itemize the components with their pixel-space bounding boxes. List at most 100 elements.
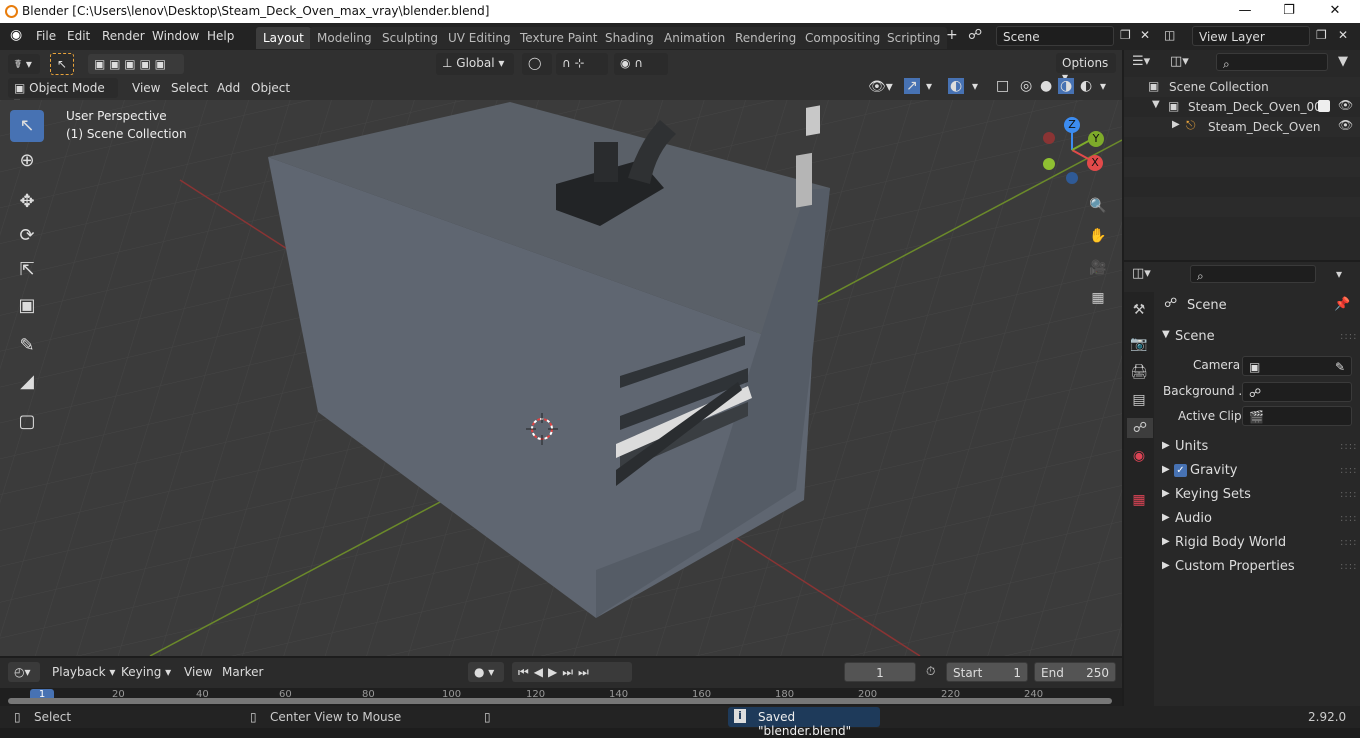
rendered-shading-icon[interactable]: ◐	[1080, 78, 1092, 94]
properties-search-input[interactable]: ⌕	[1190, 265, 1316, 283]
zoom-icon[interactable]: 🔍	[1088, 196, 1108, 216]
tool-tab-icon[interactable]: ⚒	[1129, 300, 1149, 320]
drag-grip-icon[interactable]: ::::	[1340, 537, 1357, 548]
shading-dropdown-icon[interactable]: ▾	[1100, 79, 1106, 93]
outliner-row-collection[interactable]: ▼ ▣ Steam_Deck_Oven_002 👁	[1124, 97, 1360, 117]
menu-file[interactable]: File	[36, 29, 56, 43]
scene-tab-icon[interactable]: ☍	[1127, 418, 1153, 438]
pin-icon[interactable]: 📌	[1334, 297, 1350, 312]
view-layer-icon[interactable]: ◫	[1164, 28, 1175, 42]
add-cube-tool-icon[interactable]: ▢	[10, 406, 44, 438]
camera-view-icon[interactable]: 🎥	[1088, 258, 1108, 278]
xray-icon[interactable]: □	[996, 78, 1009, 94]
units-panel-header[interactable]: Units	[1175, 439, 1208, 454]
add-workspace-icon[interactable]: +	[946, 27, 958, 43]
drag-grip-icon[interactable]: ::::	[1340, 561, 1357, 572]
units-arrow-icon[interactable]: ▶	[1162, 440, 1170, 451]
custom-props-arrow-icon[interactable]: ▶	[1162, 560, 1170, 571]
tab-animation[interactable]: Animation	[657, 27, 733, 49]
remove-view-layer-icon[interactable]: ✕	[1338, 28, 1348, 42]
pan-hand-icon[interactable]: ✋	[1088, 226, 1108, 246]
gizmo-toggle-icon[interactable]: ↗	[904, 78, 920, 94]
filter-icon[interactable]: ▼	[1338, 54, 1348, 69]
playback-controls-icon[interactable]: ⏮◀▶⏭⏭	[512, 662, 632, 682]
material-shading-icon[interactable]: ◑	[1058, 78, 1075, 94]
navigation-gizmo[interactable]: Z Y X	[1040, 114, 1110, 184]
options-dropdown[interactable]: Options ▾	[1056, 53, 1116, 84]
drag-grip-icon[interactable]: ::::	[1340, 513, 1357, 524]
frame-ruler[interactable]: 1 20 40 60 80 100 120 140 160 180 200 22…	[0, 688, 1122, 706]
texture-tab-icon[interactable]: ▦	[1129, 490, 1149, 510]
editor-type-icon[interactable]: ☤ ▾	[8, 54, 40, 74]
outliner-editor-icon[interactable]: ☰▾	[1132, 54, 1150, 69]
auto-keying-icon[interactable]: ● ▾	[468, 662, 504, 682]
gravity-arrow-icon[interactable]: ▶	[1162, 464, 1170, 475]
new-scene-icon[interactable]: ❐	[1120, 28, 1131, 42]
annotate-tool-icon[interactable]: ✎	[10, 330, 44, 362]
pivot-point-icon[interactable]: ◯	[522, 53, 552, 75]
tab-uv-editing[interactable]: UV Editing	[441, 27, 518, 49]
wireframe-shading-icon[interactable]: ◎	[1020, 78, 1032, 94]
audio-arrow-icon[interactable]: ▶	[1162, 512, 1170, 523]
blender-menu-icon[interactable]: ◉	[10, 27, 22, 43]
visibility-icon[interactable]: 👁▾	[868, 79, 893, 95]
audio-panel-header[interactable]: Audio	[1175, 511, 1212, 526]
custom-properties-panel-header[interactable]: Custom Properties	[1175, 559, 1295, 574]
tab-layout[interactable]: Layout	[256, 27, 311, 49]
timeline-editor-icon[interactable]: ◴▾	[8, 662, 40, 682]
keying-sets-panel-header[interactable]: Keying Sets	[1175, 487, 1251, 502]
overlay-dropdown-icon[interactable]: ▾	[972, 79, 978, 93]
background-scene-field[interactable]: ☍	[1242, 382, 1352, 402]
timeline-menu-playback[interactable]: Playback ▾	[52, 665, 115, 679]
drag-grip-icon[interactable]: ::::	[1340, 489, 1357, 500]
outliner-row-root[interactable]: ▣ Scene Collection	[1124, 77, 1360, 97]
viewport-menu-object[interactable]: Object	[251, 81, 290, 95]
collapse-arrow-icon[interactable]: ▶	[1172, 119, 1180, 130]
remove-scene-icon[interactable]: ✕	[1140, 28, 1150, 42]
3d-viewport[interactable]: User Perspective (1) Scene Collection Z …	[0, 100, 1122, 656]
properties-editor-icon[interactable]: ◫▾	[1132, 266, 1151, 281]
tab-sculpting[interactable]: Sculpting	[375, 27, 446, 49]
rotate-tool-icon[interactable]: ⟳	[10, 220, 44, 252]
scene-icon[interactable]: ☍	[968, 27, 982, 43]
menu-render[interactable]: Render	[102, 29, 145, 43]
rigid-body-panel-header[interactable]: Rigid Body World	[1175, 535, 1286, 550]
select-box-tool-icon[interactable]: ↖	[50, 53, 74, 75]
drag-grip-icon[interactable]: ::::	[1340, 331, 1357, 342]
scale-tool-icon[interactable]: ⇱	[10, 254, 44, 286]
exclude-checkbox[interactable]	[1318, 100, 1330, 112]
drag-grip-icon[interactable]: ::::	[1340, 465, 1357, 476]
tab-modeling[interactable]: Modeling	[310, 27, 379, 49]
scene-field[interactable]: Scene	[996, 26, 1114, 46]
outliner-search-input[interactable]: ⌕	[1216, 53, 1328, 71]
camera-field[interactable]: ▣ ✎	[1242, 356, 1352, 376]
tab-compositing[interactable]: Compositing	[798, 27, 888, 49]
snap-icon[interactable]: ∩ ⊹	[556, 53, 608, 75]
new-view-layer-icon[interactable]: ❐	[1316, 28, 1327, 42]
close-icon[interactable]: ✕	[1312, 2, 1358, 22]
gizmo-x[interactable]: X	[1087, 155, 1103, 171]
transform-tool-icon[interactable]: ▣	[10, 290, 44, 322]
current-frame-field[interactable]: 1	[844, 662, 916, 682]
overlay-toggle-icon[interactable]: ◐	[948, 78, 965, 94]
eyedropper-icon[interactable]: ✎	[1335, 360, 1345, 374]
gizmo-dropdown-icon[interactable]: ▾	[926, 79, 932, 93]
menu-edit[interactable]: Edit	[67, 29, 90, 43]
ortho-grid-icon[interactable]: ▦	[1088, 288, 1108, 308]
tab-scripting[interactable]: Scripting	[880, 27, 948, 49]
outliner-row-object[interactable]: ▶ ⎋ Steam_Deck_Oven 👁	[1124, 117, 1360, 137]
viewport-menu-add[interactable]: Add	[217, 81, 240, 95]
timeline-menu-marker[interactable]: Marker	[222, 665, 263, 679]
timeline-scrollbar[interactable]	[8, 698, 1112, 704]
object-eye-icon[interactable]: 👁	[1338, 118, 1353, 132]
drag-grip-icon[interactable]: ::::	[1340, 441, 1357, 452]
select-tool-icon[interactable]: ↖	[10, 110, 44, 142]
viewport-menu-view[interactable]: View	[132, 81, 160, 95]
expand-arrow-icon[interactable]: ▼	[1152, 99, 1160, 110]
tab-shading[interactable]: Shading	[598, 27, 661, 49]
output-tab-icon[interactable]: 🖨	[1129, 362, 1149, 382]
tab-texture-paint[interactable]: Texture Paint	[513, 27, 605, 49]
render-tab-icon[interactable]: 📷	[1129, 334, 1149, 354]
gravity-checkbox[interactable]: ✓	[1174, 464, 1187, 477]
rigid-body-arrow-icon[interactable]: ▶	[1162, 536, 1170, 547]
